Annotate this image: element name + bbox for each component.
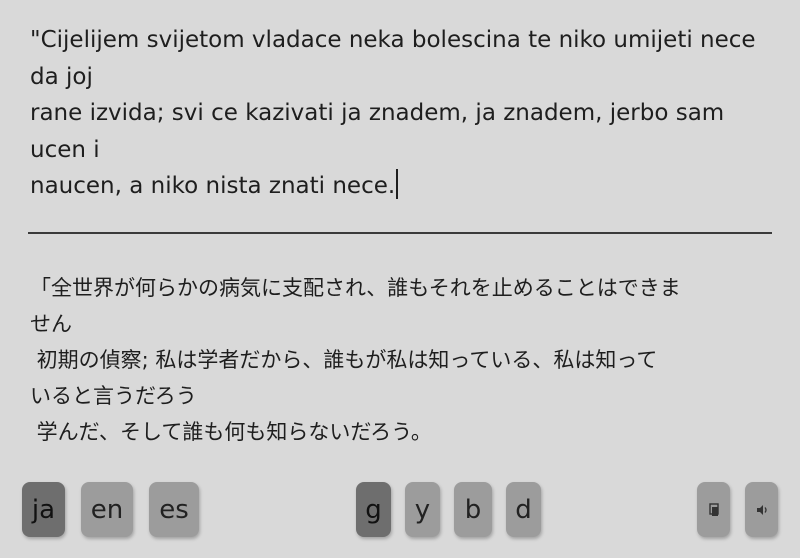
mode-button-g[interactable]: g	[356, 482, 391, 537]
source-text-area[interactable]: "Cijelijem svijetom vladace neka bolesci…	[30, 22, 772, 205]
copy-icon	[708, 502, 719, 516]
translation-line: 初期の偵察; 私は学者だから、誰もが私は知っている、私は知って	[30, 348, 658, 372]
source-line: ucen i	[30, 136, 100, 163]
source-line: naucen, a niko nista znati nece.	[30, 173, 396, 199]
speaker-icon	[756, 504, 767, 515]
mode-button-d[interactable]: d	[506, 482, 541, 537]
divider	[28, 232, 772, 234]
language-button-es[interactable]: es	[149, 482, 199, 537]
source-line-last: naucen, a niko nista znati nece.	[30, 168, 772, 205]
text-caret	[396, 169, 399, 199]
source-line: rane izvida; svi ce kazivati ja znadem, …	[30, 100, 725, 126]
translation-line: 「全世界が何らかの病気に支配され、誰もそれを止めることはできま	[30, 276, 681, 300]
language-button-en[interactable]: en	[81, 482, 133, 537]
translation-line: 学んだ、そして誰も何も知らないだろう。	[30, 420, 432, 444]
copy-button[interactable]	[697, 482, 730, 537]
speaker-button[interactable]	[745, 482, 778, 537]
language-button-ja[interactable]: ja	[22, 482, 65, 537]
mode-button-y[interactable]: y	[405, 482, 440, 537]
source-line: "Cijelijem svijetom vladace neka bolesci…	[30, 27, 756, 53]
translation-text-area: 「全世界が何らかの病気に支配され、誰もそれを止めることはできま せん 初期の偵察…	[30, 270, 772, 450]
mode-button-b[interactable]: b	[454, 482, 492, 537]
translation-line: いると言うだろう	[30, 384, 197, 408]
source-line: da joj	[30, 63, 93, 90]
translation-line: せん	[30, 312, 72, 336]
